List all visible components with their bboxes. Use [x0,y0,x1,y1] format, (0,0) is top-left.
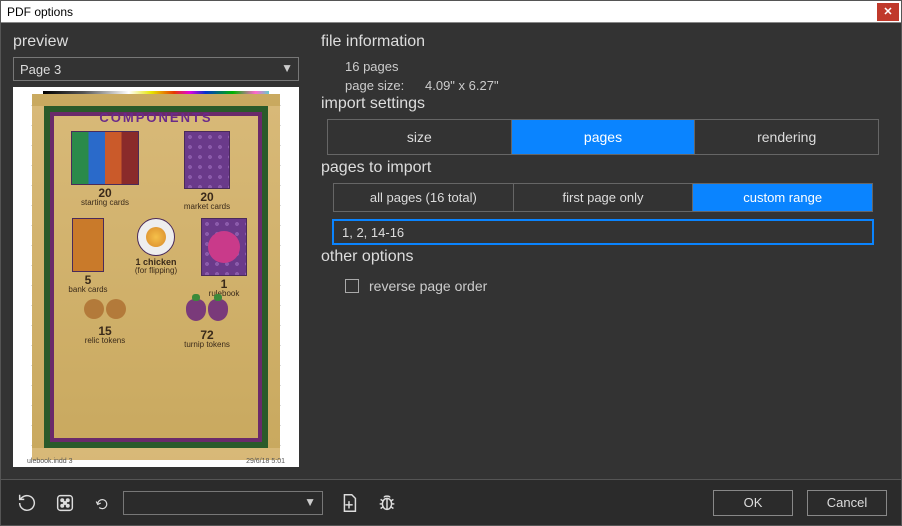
ok-button[interactable]: OK [713,490,793,516]
doc-item: 72 turnip tokens [162,299,252,350]
page-select-dropdown[interactable]: Page 3 [13,57,299,81]
preview-heading: preview [13,33,299,51]
tab-pages[interactable]: pages [512,120,696,154]
custom-range-input[interactable] [333,220,873,244]
doc-item: 1 chicken (for flipping) [124,218,188,299]
file-info-pages: 16 pages [345,59,399,74]
other-options-heading: other options [321,248,881,266]
window-title: PDF options [1,5,877,19]
opt-first-page[interactable]: first page only [514,184,694,211]
title-bar: PDF options ✕ [1,1,901,23]
doc-item: 20 market cards [162,131,252,212]
preview-canvas: COMPONENTS 20 starting cards 20 market c… [13,87,299,467]
pages-to-import-heading: pages to import [321,159,881,177]
doc-item: 15 relic tokens [60,299,150,350]
opt-custom-range[interactable]: custom range [693,184,872,211]
close-button[interactable]: ✕ [877,3,899,21]
file-info-size-value: 4.09" x 6.27" [425,78,499,93]
preview-page: COMPONENTS 20 starting cards 20 market c… [32,94,280,460]
add-page-icon[interactable] [337,491,361,515]
doc-item: 20 starting cards [60,131,150,212]
doc-item: 1 rulebook [192,218,256,299]
chevron-down-icon: ▼ [304,495,316,509]
file-info-size-label: page size: [345,78,425,93]
footer-toolbar: ▼ OK Cancel [1,479,901,525]
dice-icon[interactable] [53,491,77,515]
cancel-button[interactable]: Cancel [807,490,887,516]
reverse-order-label: reverse page order [369,278,487,294]
doc-heading: COMPONENTS [44,110,268,125]
opt-all-pages[interactable]: all pages (16 total) [334,184,514,211]
undo-icon[interactable] [91,491,109,515]
preview-footer: ulebook.indd 3 29/6/18 5:01 [27,458,285,465]
recent-dropdown[interactable]: ▼ [123,491,323,515]
import-tabs: size pages rendering [327,119,879,155]
reset-icon[interactable] [15,491,39,515]
file-info-heading: file information [321,33,881,51]
bug-icon[interactable] [375,491,399,515]
import-settings-heading: import settings [321,95,881,113]
doc-item: 5 bank cards [56,218,120,299]
page-select[interactable]: Page 3 ▼ [13,57,299,81]
tab-size[interactable]: size [328,120,512,154]
pdf-options-dialog: PDF options ✕ preview Page 3 ▼ COMPONENT… [0,0,902,526]
tab-rendering[interactable]: rendering [695,120,878,154]
pages-mode-group: all pages (16 total) first page only cus… [333,183,873,212]
reverse-order-checkbox[interactable] [345,279,359,293]
